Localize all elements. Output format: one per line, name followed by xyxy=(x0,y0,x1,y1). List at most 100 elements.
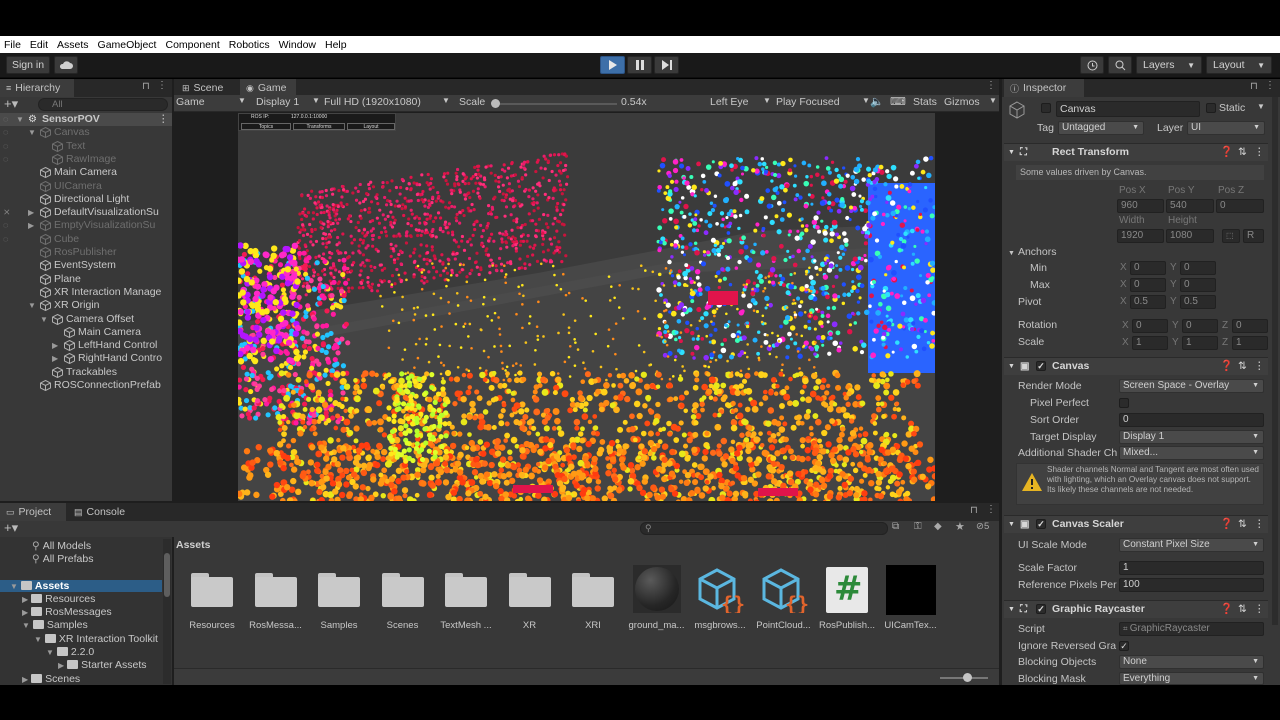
visibility-icon[interactable]: ◌ xyxy=(3,233,8,246)
expand-arrow-icon[interactable]: ▼ xyxy=(10,582,18,591)
canvas-scaler-header[interactable]: ▼ ▣ ✓ Canvas Scaler ❓ ⇅ ⋮ xyxy=(1004,515,1268,533)
play-focus-dropdown[interactable]: Play Focused ▼ xyxy=(776,96,872,108)
raw-edit-button[interactable]: R xyxy=(1243,229,1264,243)
cloud-icon[interactable] xyxy=(54,56,78,74)
hierarchy-item[interactable]: ▶ EmptyVisualizationSu ◌ xyxy=(0,219,172,232)
scale-factor-field[interactable]: 1 xyxy=(1119,561,1264,575)
expand-arrow-icon[interactable]: ▼ xyxy=(34,635,42,644)
blueprint-mode-button[interactable]: ⬚ xyxy=(1222,229,1240,243)
asset-item[interactable]: XR xyxy=(499,553,561,635)
expand-arrow-icon[interactable]: ▶ xyxy=(58,661,64,670)
game-view[interactable]: ROS IP: 127.0.0.1:10000 Topics Transform… xyxy=(238,113,935,501)
menu-item-help[interactable]: Help xyxy=(325,39,347,51)
tree-scrollbar[interactable] xyxy=(163,539,171,684)
expand-arrow-icon[interactable]: ▼ xyxy=(16,113,24,126)
expand-arrow-icon[interactable]: ▼ xyxy=(22,621,30,630)
render-mode-dropdown[interactable]: Screen Space - Overlay ▼ xyxy=(1119,379,1264,393)
expand-arrow-icon[interactable]: ▼ xyxy=(28,299,36,312)
favorite-icon[interactable]: ★ xyxy=(955,520,965,533)
asset-item[interactable]: RosMessa... xyxy=(245,553,307,635)
resolution-dropdown[interactable]: Full HD (1920x1080) ▼ xyxy=(324,96,454,108)
inspector-scrollbar[interactable] xyxy=(1272,97,1278,625)
hierarchy-item[interactable]: Directional Light xyxy=(0,193,172,206)
hierarchy-item[interactable]: Main Camera xyxy=(0,326,172,339)
component-menu-icon[interactable]: ⋮ xyxy=(1254,601,1265,618)
hierarchy-item[interactable]: RosPublisher xyxy=(0,246,172,259)
stats-button[interactable]: Stats xyxy=(913,96,937,108)
expand-arrow-icon[interactable]: ▶ xyxy=(52,339,58,352)
raycaster-enabled-checkbox[interactable]: ✓ xyxy=(1036,604,1046,614)
layers-dropdown[interactable]: Layers ▼ xyxy=(1136,56,1202,74)
hierarchy-item[interactable]: UICamera xyxy=(0,180,172,193)
sign-in-button[interactable]: Sign in xyxy=(6,56,50,74)
rect-transform-header[interactable]: ▼ ⛶ Rect Transform ❓ ⇅ ⋮ xyxy=(1004,143,1268,161)
hierarchy-item[interactable]: ▼ ⚙ SensorPOV ⋮ ◌ xyxy=(0,113,172,127)
preset-icon[interactable]: ⇅ xyxy=(1238,516,1247,533)
expand-arrow-icon[interactable]: ▶ xyxy=(22,595,28,604)
expand-arrow-icon[interactable]: ▼ xyxy=(28,126,36,139)
menu-item-edit[interactable]: Edit xyxy=(30,39,48,51)
visibility-icon[interactable]: ◌ xyxy=(3,126,8,139)
ui-scale-mode-dropdown[interactable]: Constant Pixel Size ▼ xyxy=(1119,538,1264,552)
hierarchy-item[interactable]: ▼ XR Origin xyxy=(0,299,172,312)
more-menu-icon[interactable]: ⋮ xyxy=(986,504,996,515)
visibility-icon[interactable]: ◌ xyxy=(3,219,8,232)
project-tree-item[interactable]: ▶ Scenes xyxy=(22,673,80,685)
project-tree-item[interactable]: ▼ Assets xyxy=(0,580,162,592)
project-tree-item[interactable]: ⚲ All Models xyxy=(22,540,91,552)
asset-item[interactable]: # RosPublish... xyxy=(816,553,878,635)
canvas-enabled-checkbox[interactable]: ✓ xyxy=(1036,361,1046,371)
menu-item-file[interactable]: File xyxy=(4,39,21,51)
expand-arrow-icon[interactable]: ▼ xyxy=(40,313,48,326)
static-dropdown-icon[interactable]: ▼ xyxy=(1257,102,1265,111)
help-icon[interactable]: ❓ xyxy=(1220,144,1233,161)
project-tree-item[interactable]: ▶ RosMessages xyxy=(22,606,112,618)
gizmos-dropdown[interactable]: Gizmos ▼ xyxy=(944,96,997,108)
display-dropdown[interactable]: Display 1 ▼ xyxy=(256,96,322,108)
layer-dropdown[interactable]: UI ▼ xyxy=(1187,121,1265,135)
scene-menu-icon[interactable]: ⋮ xyxy=(158,113,169,126)
lock-icon[interactable]: ⊓ xyxy=(1250,81,1258,92)
help-icon[interactable]: ❓ xyxy=(1220,601,1233,618)
target-display-dropdown[interactable]: Display 1 ▼ xyxy=(1119,430,1264,444)
asset-item[interactable]: UICamTex... xyxy=(880,553,942,635)
preset-icon[interactable]: ⇅ xyxy=(1238,601,1247,618)
asset-item[interactable]: TextMesh ... xyxy=(435,553,497,635)
lock-icon[interactable]: ⊓ xyxy=(142,81,150,92)
transforms-button[interactable]: Transforms xyxy=(293,123,345,130)
expand-arrow-icon[interactable]: ▶ xyxy=(52,352,58,365)
expand-arrow-icon[interactable]: ▶ xyxy=(28,219,34,232)
help-icon[interactable]: ❓ xyxy=(1220,358,1233,375)
ignore-reversed-checkbox[interactable]: ✓ xyxy=(1119,641,1129,651)
preset-icon[interactable]: ⇅ xyxy=(1238,144,1247,161)
tab-inspector[interactable]: ⓘ Inspector xyxy=(1004,79,1084,97)
tag-icon[interactable]: ◆ xyxy=(934,521,942,532)
object-name-field[interactable]: Canvas xyxy=(1056,101,1200,117)
menu-item-component[interactable]: Component xyxy=(165,39,219,51)
scale-slider[interactable] xyxy=(492,103,617,105)
scene-pick-icon[interactable]: ⨯ xyxy=(3,206,11,219)
sort-order-field[interactable]: 0 xyxy=(1119,413,1264,427)
asset-item[interactable]: Samples xyxy=(308,553,370,635)
tab-project[interactable]: ▭ Project xyxy=(0,503,66,521)
pause-button[interactable] xyxy=(627,56,652,74)
project-search-input[interactable]: ⚲ xyxy=(640,522,888,535)
game-mode-dropdown[interactable]: Game ▼ xyxy=(176,96,246,108)
eye-dropdown[interactable]: Left Eye ▼ xyxy=(710,96,772,108)
visibility-icon[interactable]: ◌ xyxy=(3,113,8,126)
component-menu-icon[interactable]: ⋮ xyxy=(1254,144,1265,161)
menu-item-gameobject[interactable]: GameObject xyxy=(98,39,157,51)
graphic-raycaster-header[interactable]: ▼ ⛶ ✓ Graphic Raycaster ❓ ⇅ ⋮ xyxy=(1004,600,1268,618)
component-menu-icon[interactable]: ⋮ xyxy=(1254,516,1265,533)
tab-console[interactable]: ▤ Console xyxy=(68,503,134,521)
more-menu-icon[interactable]: ⋮ xyxy=(986,80,996,91)
project-tree-item[interactable]: ▼ 2.2.0 xyxy=(46,646,94,658)
shader-channels-dropdown[interactable]: Mixed... ▼ xyxy=(1119,446,1264,460)
reference-pixels-field[interactable]: 100 xyxy=(1119,578,1264,592)
asset-item[interactable]: ground_ma... xyxy=(626,553,688,635)
hierarchy-item[interactable]: EventSystem xyxy=(0,259,172,272)
expand-arrow-icon[interactable]: ▶ xyxy=(22,608,28,617)
asset-item[interactable]: Resources xyxy=(181,553,243,635)
keyboard-icon[interactable]: ⌨ xyxy=(890,95,906,108)
asset-item[interactable]: {} msgbrows... xyxy=(689,553,751,635)
